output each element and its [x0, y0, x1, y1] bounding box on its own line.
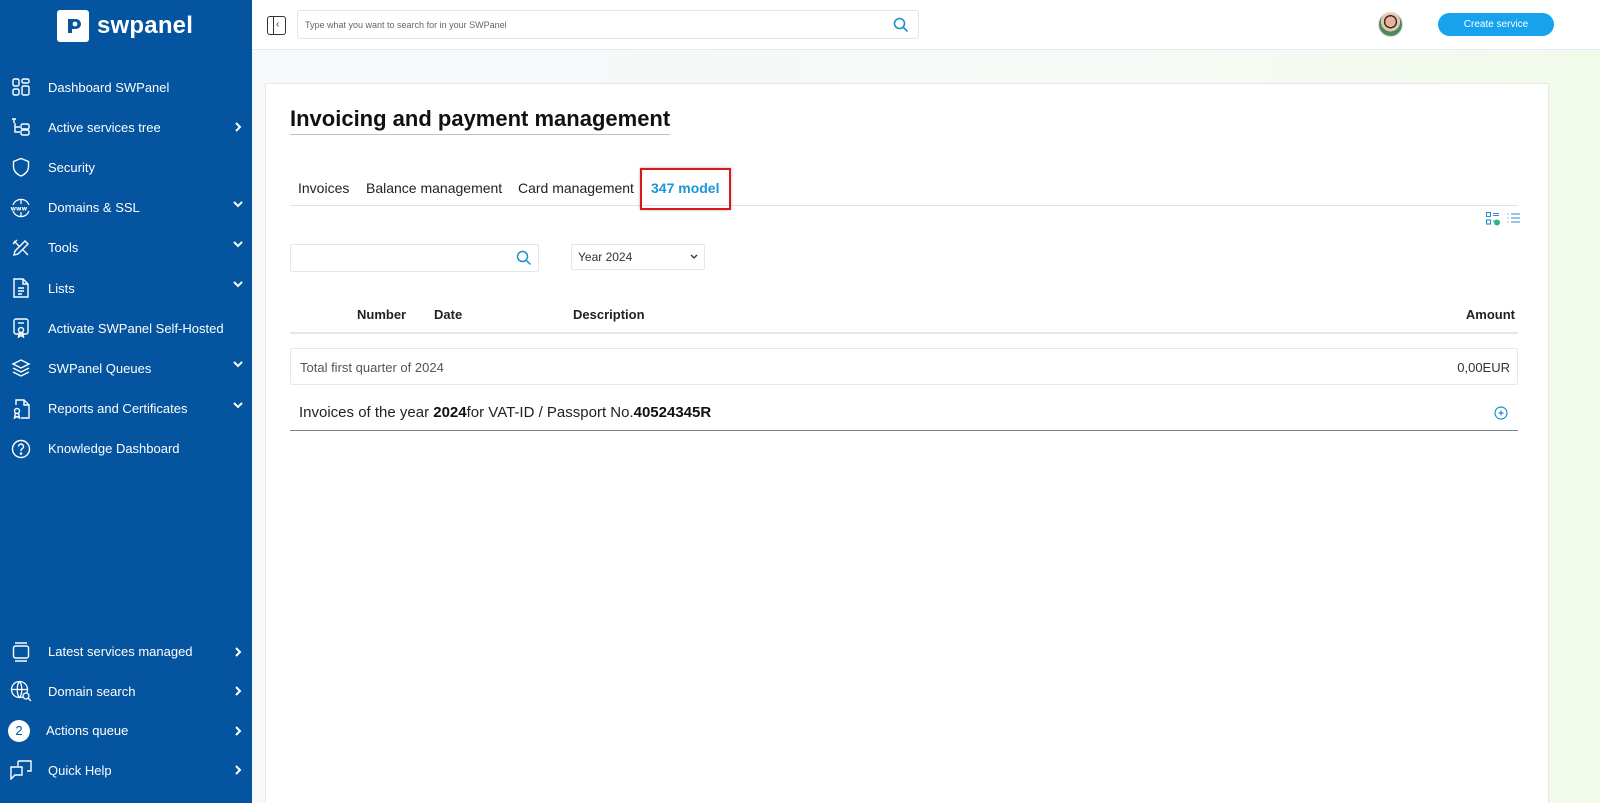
- column-header-description[interactable]: Description: [573, 307, 645, 322]
- sidebar-item-label: Quick Help: [48, 762, 112, 778]
- view-toggle: [1486, 212, 1521, 226]
- layers-icon: [10, 357, 32, 379]
- year-section-year: 2024: [433, 404, 467, 421]
- year-select[interactable]: Year 2024: [571, 244, 705, 270]
- global-search-input[interactable]: [298, 19, 878, 30]
- search-icon[interactable]: [893, 17, 909, 33]
- sidebar-item-label: Actions queue: [46, 723, 129, 739]
- tab-balance-management[interactable]: Balance management: [366, 180, 502, 196]
- chevron-right-icon: [235, 122, 242, 132]
- chevron-right-icon: [235, 726, 242, 736]
- sidebar-item-label: Latest services managed: [48, 644, 193, 660]
- page-title: Invoicing and payment management: [290, 106, 671, 135]
- sidebar-item-label: Dashboard SWPanel: [48, 79, 170, 95]
- sidebar-bottom-nav: Latest services managed Domain search 2 …: [0, 632, 252, 790]
- chevron-down-icon: [233, 361, 243, 368]
- sidebar-item-label: Tools: [48, 240, 79, 256]
- swpanel-logo[interactable]: swpanel: [57, 10, 193, 42]
- create-service-button[interactable]: Create service: [1438, 13, 1554, 36]
- column-header-date[interactable]: Date: [434, 307, 462, 322]
- shield-icon: [10, 156, 32, 178]
- sidebar-item-label: Security: [48, 159, 95, 175]
- topbar: ‹ Create service: [252, 0, 1600, 50]
- chevron-right-icon: [235, 686, 242, 696]
- sidebar-item-domain-search[interactable]: Domain search: [0, 672, 252, 712]
- invoice-search-input[interactable]: [291, 245, 511, 271]
- sidebar-item-active-services-tree[interactable]: Active services tree: [0, 107, 252, 147]
- sidebar-item-quick-help[interactable]: Quick Help: [0, 751, 252, 791]
- list-view-icon[interactable]: [1507, 212, 1521, 226]
- sidebar-item-label: Reports and Certificates: [48, 401, 188, 417]
- document-icon: [10, 277, 32, 299]
- invoice-search: [290, 244, 539, 272]
- tab-invoices[interactable]: Invoices: [298, 180, 349, 196]
- total-row: Total first quarter of 2024 0,00EUR: [290, 348, 1518, 385]
- sidebar-item-label: Activate SWPanel Self-Hosted: [48, 320, 224, 336]
- tools-icon: [10, 237, 32, 259]
- tab-highlight-annotation: [640, 168, 731, 210]
- sidebar-item-domains-ssl[interactable]: www Domains & SSL: [0, 188, 252, 228]
- sidebar-item-label: SWPanel Queues: [48, 360, 152, 376]
- year-invoices-section[interactable]: Invoices of the year 2024for VAT-ID / Pa…: [290, 398, 1518, 431]
- tabs: Invoices Balance management Card managem…: [290, 168, 1518, 210]
- chevron-right-icon: [235, 647, 242, 657]
- year-section-prefix: Invoices of the year: [299, 404, 434, 421]
- sidebar-item-actions-queue[interactable]: 2 Actions queue: [0, 711, 252, 751]
- monitor-icon: [10, 641, 32, 663]
- main-card: Invoicing and payment management Invoice…: [265, 83, 1549, 803]
- table-header: Number Date Description Amount: [290, 294, 1518, 334]
- sidebar-item-label: Knowledge Dashboard: [48, 441, 180, 457]
- year-section-id-number: 40524345R: [633, 404, 712, 421]
- grid-view-check-icon[interactable]: [1486, 212, 1501, 226]
- chevron-left-icon: ‹: [276, 19, 280, 30]
- globe-search-icon: [10, 680, 32, 702]
- total-label: Total first quarter of 2024: [300, 360, 444, 375]
- chat-bubbles-icon: [10, 759, 32, 781]
- sidebar-item-lists[interactable]: Lists: [0, 268, 252, 308]
- sidebar-item-activate-self-hosted[interactable]: Activate SWPanel Self-Hosted: [0, 308, 252, 348]
- tab-card-management[interactable]: Card management: [518, 180, 634, 196]
- sidebar-item-security[interactable]: Security: [0, 147, 252, 187]
- column-header-amount[interactable]: Amount: [1466, 307, 1515, 322]
- sidebar-item-latest-services[interactable]: Latest services managed: [0, 632, 252, 672]
- chevron-down-icon: [690, 254, 698, 259]
- year-section-title: Invoices of the year 2024for VAT-ID / Pa…: [299, 404, 711, 421]
- user-avatar[interactable]: [1378, 12, 1403, 37]
- sidebar-item-knowledge-dashboard[interactable]: Knowledge Dashboard: [0, 429, 252, 469]
- year-section-middle: for VAT-ID / Passport No.: [466, 404, 634, 421]
- global-search: [297, 10, 919, 39]
- search-icon[interactable]: [516, 250, 532, 266]
- dashboard-icon: [10, 76, 32, 98]
- expand-plus-icon[interactable]: [1494, 406, 1508, 420]
- sidebar-item-label: Active services tree: [48, 119, 161, 135]
- chevron-down-icon: [233, 401, 243, 408]
- help-circle-icon: [10, 438, 32, 460]
- sidebar: swpanel Dashboard SWPanel Active service…: [0, 0, 252, 803]
- logo-text: swpanel: [97, 12, 194, 39]
- actions-count-badge: 2: [8, 719, 30, 742]
- sidebar-item-dashboard[interactable]: Dashboard SWPanel: [0, 67, 252, 107]
- logo-icon: [57, 10, 89, 42]
- certificate-badge-icon: [10, 317, 32, 339]
- year-select-value: Year 2024: [578, 250, 633, 264]
- tree-icon: [10, 116, 32, 138]
- column-header-number[interactable]: Number: [357, 307, 406, 322]
- collapse-sidebar-button[interactable]: ‹: [267, 16, 286, 35]
- sidebar-nav: Dashboard SWPanel Active services tree S…: [0, 67, 252, 469]
- sidebar-item-tools[interactable]: Tools: [0, 228, 252, 268]
- chevron-down-icon: [233, 281, 243, 288]
- svg-text:www: www: [11, 205, 28, 212]
- total-amount: 0,00EUR: [1457, 360, 1510, 375]
- sidebar-item-reports-certificates[interactable]: Reports and Certificates: [0, 389, 252, 429]
- sidebar-item-swpanel-queues[interactable]: SWPanel Queues: [0, 348, 252, 388]
- sidebar-item-label: Domain search: [48, 683, 136, 699]
- chevron-right-icon: [235, 765, 242, 775]
- sidebar-item-label: Domains & SSL: [48, 200, 140, 216]
- www-globe-icon: www: [10, 197, 32, 219]
- sidebar-item-label: Lists: [48, 280, 75, 296]
- report-certificate-icon: [10, 398, 32, 420]
- chevron-down-icon: [233, 241, 243, 248]
- chevron-down-icon: [233, 200, 243, 207]
